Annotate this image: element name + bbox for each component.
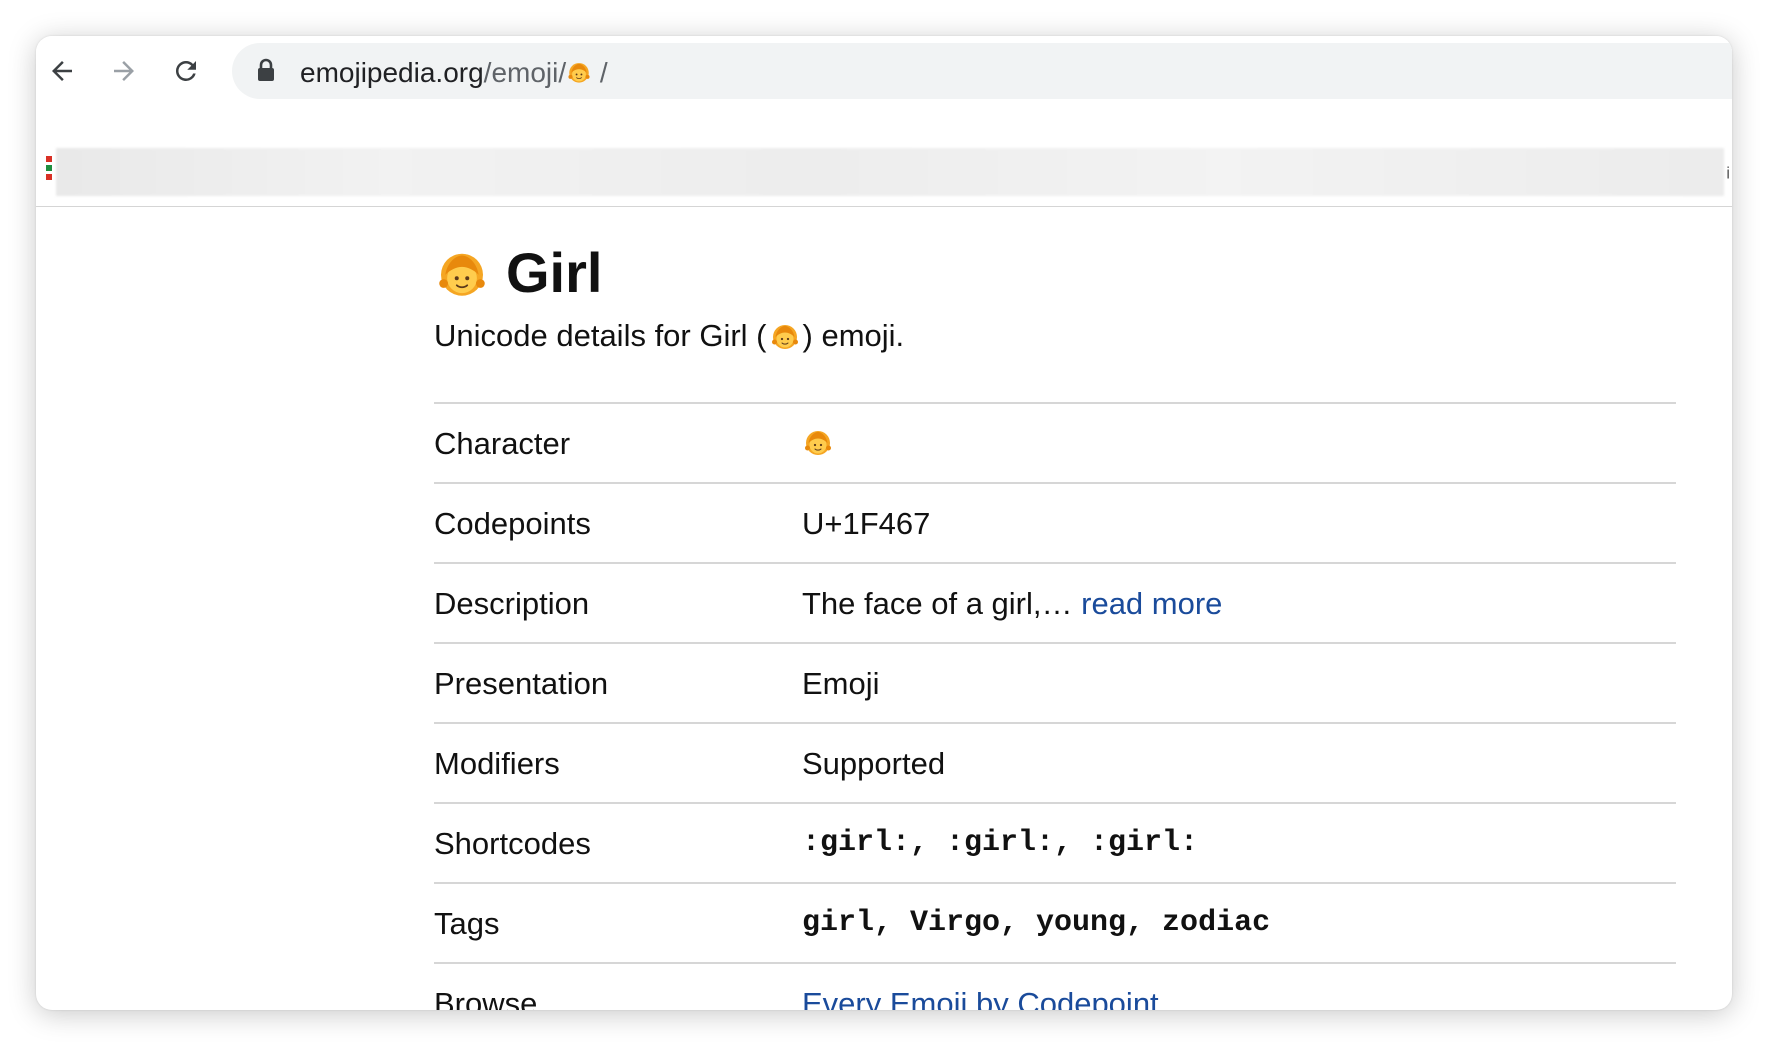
girl-emoji-icon: [771, 325, 798, 349]
reload-icon: [175, 60, 196, 81]
toolbar-divider: [36, 206, 1732, 207]
table-row: Presentation Emoji: [434, 642, 1676, 722]
modifiers-value: Supported: [802, 746, 946, 781]
girl-emoji-icon: [805, 431, 831, 455]
description-value: The face of a girl,… read more: [802, 586, 1222, 622]
every-emoji-link[interactable]: Every Emoji by Codepoint: [802, 986, 1159, 1010]
tags-value: girl, Virgo, young, zodiac: [802, 906, 1271, 940]
bookmark-overflow[interactable]: ᵢ: [1726, 156, 1730, 184]
back-button[interactable]: [40, 49, 84, 93]
forward-arrow-icon: [114, 61, 134, 81]
subtitle-before: Unicode details for Girl (: [434, 318, 767, 353]
shortcodes-label: Shortcodes: [434, 826, 591, 861]
presentation-value: Emoji: [802, 666, 880, 701]
presentation-label: Presentation: [434, 666, 609, 701]
lock-icon: [258, 58, 274, 81]
url-host: emojipedia.org: [300, 57, 484, 88]
table-row: Description The face of a girl,… read mo…: [434, 562, 1676, 642]
bookmarks-bar: ᵢ: [36, 106, 1732, 206]
girl-emoji-icon: [439, 253, 485, 296]
codepoints-label: Codepoints: [434, 506, 591, 541]
shortcodes-value: :girl:, :girl:, :girl:: [802, 826, 1199, 860]
subtitle-after: ) emoji.: [802, 318, 905, 353]
girl-emoji-icon: [568, 63, 590, 83]
apps-grid-icon[interactable]: [46, 156, 54, 186]
table-row: Tags girl, Virgo, young, zodiac: [434, 882, 1676, 962]
url-trailing: /: [592, 57, 608, 88]
url-emoji: [566, 57, 592, 89]
codepoints-value: U+1F467: [802, 506, 931, 541]
forward-button[interactable]: [102, 49, 146, 93]
browser-window: emojipedia.org/emoji/ / ᵢ Girl Unicode d…: [36, 36, 1732, 1010]
url-text: emojipedia.org/emoji/ /: [300, 57, 608, 89]
browse-label: Browse: [434, 986, 538, 1010]
browser-toolbar: emojipedia.org/emoji/ /: [36, 36, 1732, 106]
table-row: Codepoints U+1F467: [434, 482, 1676, 562]
details-table: Character Codepoints U+1F467 Description…: [434, 402, 1676, 1010]
tags-label: Tags: [434, 906, 500, 941]
description-label: Description: [434, 586, 590, 621]
character-label: Character: [434, 426, 571, 461]
character-value: [802, 426, 834, 458]
reload-button[interactable]: [164, 49, 208, 93]
description-text: The face of a girl,…: [802, 586, 1082, 621]
address-bar[interactable]: emojipedia.org/emoji/ /: [232, 43, 1732, 99]
table-row: Character: [434, 402, 1676, 482]
table-row: Modifiers Supported: [434, 722, 1676, 802]
table-row: Shortcodes :girl:, :girl:, :girl:: [434, 802, 1676, 882]
page-subtitle: Unicode details for Girl ( ) emoji.: [434, 318, 904, 354]
page-title: Girl: [434, 240, 602, 305]
url-path: /emoji/: [483, 57, 567, 88]
table-row: Browse Every Emoji by Codepoint: [434, 962, 1676, 1010]
page-title-text: Girl: [506, 241, 603, 304]
blurred-bookmarks: [56, 148, 1724, 196]
modifiers-label: Modifiers: [434, 746, 560, 781]
back-arrow-icon: [52, 61, 72, 81]
browse-value: Every Emoji by Codepoint: [802, 986, 1159, 1010]
read-more-link[interactable]: read more: [1081, 586, 1222, 622]
